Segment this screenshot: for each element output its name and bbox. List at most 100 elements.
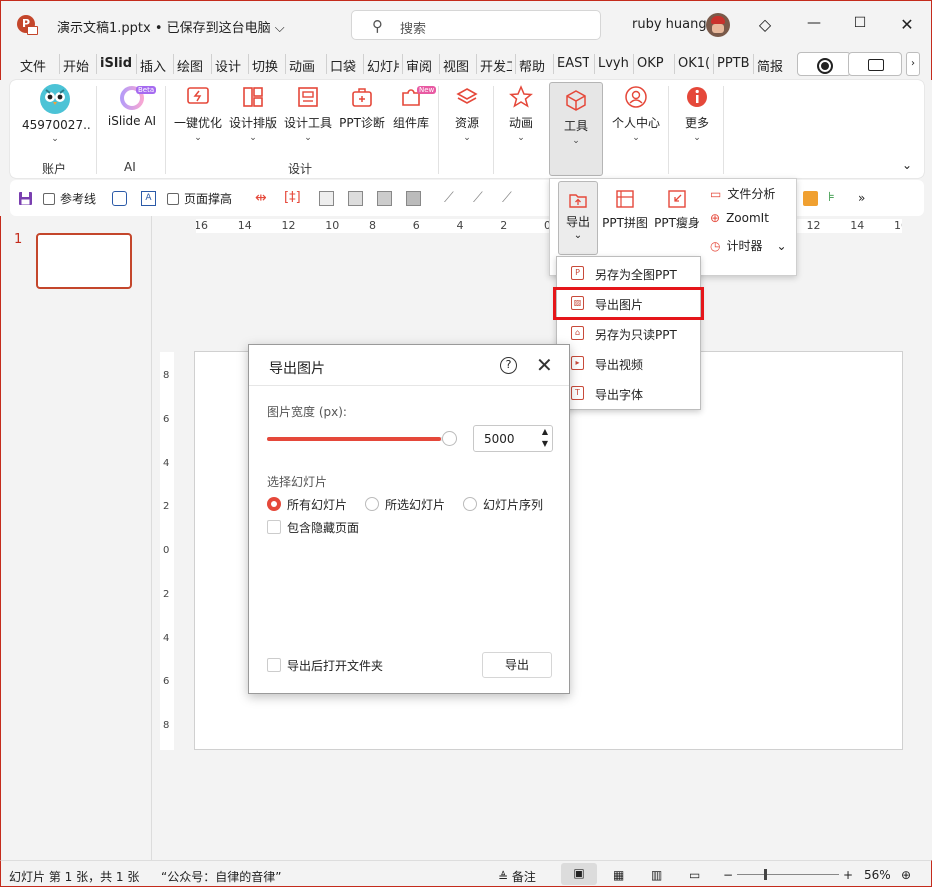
align-center-icon[interactable]: [‡]	[284, 191, 301, 206]
zoom-out-button[interactable]: −	[723, 868, 733, 882]
more-button[interactable]: 更多 ⌄	[677, 84, 717, 143]
account-button[interactable]: 45970027.. ⌄	[22, 84, 91, 144]
decrement-icon[interactable]: ▼	[542, 439, 548, 448]
width-slider-handle[interactable]	[442, 431, 458, 446]
tab-14[interactable]: EAST	[557, 56, 589, 71]
zoom-level[interactable]: 56%	[864, 868, 891, 882]
record-button[interactable]	[797, 52, 851, 76]
tab-17[interactable]: OK1(	[678, 56, 710, 71]
save-icon[interactable]	[18, 191, 33, 206]
increment-icon[interactable]: ▲	[542, 427, 548, 436]
close-icon[interactable]: ✕	[536, 353, 553, 377]
option-selected-slides-label: 所选幻灯片	[385, 498, 446, 512]
tab-19[interactable]: 简报	[757, 56, 783, 75]
search-box[interactable]: ⚲ 搜索	[351, 10, 601, 40]
ppt-diagnosis-button[interactable]: PPT诊断	[338, 84, 386, 131]
tab-6[interactable]: 切换	[252, 56, 278, 75]
tab-15[interactable]: Lvyh	[598, 56, 629, 71]
close-window-button[interactable]: ✕	[897, 15, 917, 34]
tab-13[interactable]: 帮助	[519, 56, 545, 75]
export-menu-item[interactable]: P 另存为全图PPT	[557, 258, 700, 288]
eyedropper-line-icon[interactable]: ⟋	[502, 191, 517, 206]
ribbon-tabs: 文件开始 iSlide 插入绘图设计切换动画口袋幻灯片审阅视图开发工帮助 EAST Lv…	[0, 48, 932, 80]
component-library-button[interactable]: 组件库 New	[391, 84, 437, 131]
minimize-button[interactable]: —	[804, 15, 824, 31]
page-fill-checkbox[interactable]: 页面撑高	[167, 190, 232, 207]
notes-button[interactable]: ≜ 备注	[498, 868, 536, 885]
radio-all-slides[interactable]	[267, 497, 281, 511]
one-click-optimize-button[interactable]: 一键优化 ⌄	[173, 84, 223, 143]
zoom-slider-track[interactable]	[737, 874, 839, 875]
tab-10[interactable]: 审阅	[406, 56, 432, 75]
tab-4[interactable]: 绘图	[177, 56, 203, 75]
tab-1[interactable]: 开始	[63, 56, 89, 75]
export-menu-item[interactable]: T 导出字体	[557, 378, 700, 408]
guides-checkbox[interactable]: 参考线	[43, 190, 96, 207]
chevron-right-icon[interactable]: ›	[906, 52, 920, 76]
normal-view-button[interactable]: ▣	[561, 863, 597, 885]
shape-union-icon[interactable]	[348, 191, 363, 206]
tab-12[interactable]: 开发工	[480, 56, 512, 75]
radio-slide-sequence[interactable]	[463, 497, 477, 511]
beta-badge: Beta	[136, 86, 157, 94]
export-submit-button[interactable]: 导出	[482, 652, 552, 678]
tab-7[interactable]: 动画	[289, 56, 315, 75]
reading-view-button[interactable]: ▥	[651, 868, 662, 882]
radio-selected-slides[interactable]	[365, 497, 379, 511]
resources-button[interactable]: 资源 ⌄	[447, 84, 487, 143]
tab-2[interactable]: iSlide	[100, 56, 132, 71]
tab-8[interactable]: 口袋	[330, 56, 356, 75]
design-tools-button[interactable]: 设计工具 ⌄	[283, 84, 333, 143]
width-number-input[interactable]: 5000 ▲ ▼	[473, 425, 553, 452]
slide-sorter-button[interactable]: ▦	[613, 868, 624, 882]
tools-button[interactable]: 工具 ⌄	[549, 82, 603, 176]
zoom-in-button[interactable]: +	[843, 868, 853, 882]
user-name[interactable]: ruby huang	[632, 17, 707, 32]
open-folder-checkbox[interactable]	[267, 658, 281, 672]
ppt-slim-button[interactable]: PPT瘦身	[654, 189, 700, 231]
eyedropper-icon[interactable]: ⟋	[444, 191, 459, 206]
export-button[interactable]: 导出 ⌄	[558, 181, 598, 255]
tab-5[interactable]: 设计	[215, 56, 241, 75]
zoomit-button[interactable]: ⊕ ZoomIt	[710, 211, 769, 225]
collapse-ribbon-icon[interactable]: ⌄	[902, 158, 912, 172]
include-hidden-checkbox[interactable]	[267, 520, 281, 534]
ruler-tick-label: 14	[237, 219, 252, 232]
maximize-button[interactable]: ☐	[850, 15, 870, 31]
fit-to-window-icon[interactable]: ⊕	[901, 868, 911, 882]
tab-9[interactable]: 幻灯片	[367, 56, 399, 75]
text-box-icon[interactable]: A	[141, 191, 156, 206]
tab-3[interactable]: 插入	[140, 56, 166, 75]
design-layout-button[interactable]: 设计排版 ⌄	[228, 84, 278, 143]
align-tool-icon[interactable]: ⊧	[828, 191, 843, 206]
square-icon[interactable]	[112, 191, 127, 206]
file-analysis-button[interactable]: ▭ 文件分析	[710, 185, 775, 202]
document-title[interactable]: 演示文稿1.pptx • 已保存到这台电脑 ⌵	[57, 17, 285, 36]
comments-button[interactable]	[848, 52, 902, 76]
tab-11[interactable]: 视图	[443, 56, 469, 75]
distribute-icon[interactable]: ⇹	[255, 191, 270, 206]
diamond-icon[interactable]: ◇	[755, 15, 775, 34]
shape-subtract-icon[interactable]	[406, 191, 421, 206]
export-menu-item[interactable]: ▸ 导出视频	[557, 348, 700, 378]
tab-18[interactable]: PPTB	[717, 56, 749, 71]
timer-button[interactable]: ◷ 计时器 ⌄	[710, 237, 787, 254]
slide-thumbnail[interactable]	[36, 233, 132, 289]
ppt-collage-button[interactable]: PPT拼图	[602, 189, 648, 231]
shape-intersect-icon[interactable]	[377, 191, 392, 206]
help-icon[interactable]: ?	[500, 357, 517, 374]
islide-ai-button[interactable]: iSlide AI Beta	[104, 84, 160, 128]
personal-center-button[interactable]: 个人中心 ⌄	[611, 84, 661, 143]
color-icon[interactable]	[803, 191, 818, 206]
zoom-slider-handle[interactable]	[764, 869, 767, 880]
tab-0[interactable]: 文件	[20, 56, 46, 75]
export-menu-item[interactable]: ⌂ 另存为只读PPT	[557, 318, 700, 348]
shape-layer-icon[interactable]	[319, 191, 334, 206]
eyedropper-fill-icon[interactable]: ⟋	[473, 191, 488, 206]
avatar[interactable]	[706, 13, 730, 37]
animation-button[interactable]: 动画 ⌄	[501, 84, 541, 143]
slideshow-button[interactable]: ▭	[689, 868, 700, 882]
ruler-tick-label: 4	[456, 219, 464, 232]
tab-16[interactable]: OKP	[637, 56, 664, 71]
more-tools-icon[interactable]: »	[858, 191, 873, 206]
